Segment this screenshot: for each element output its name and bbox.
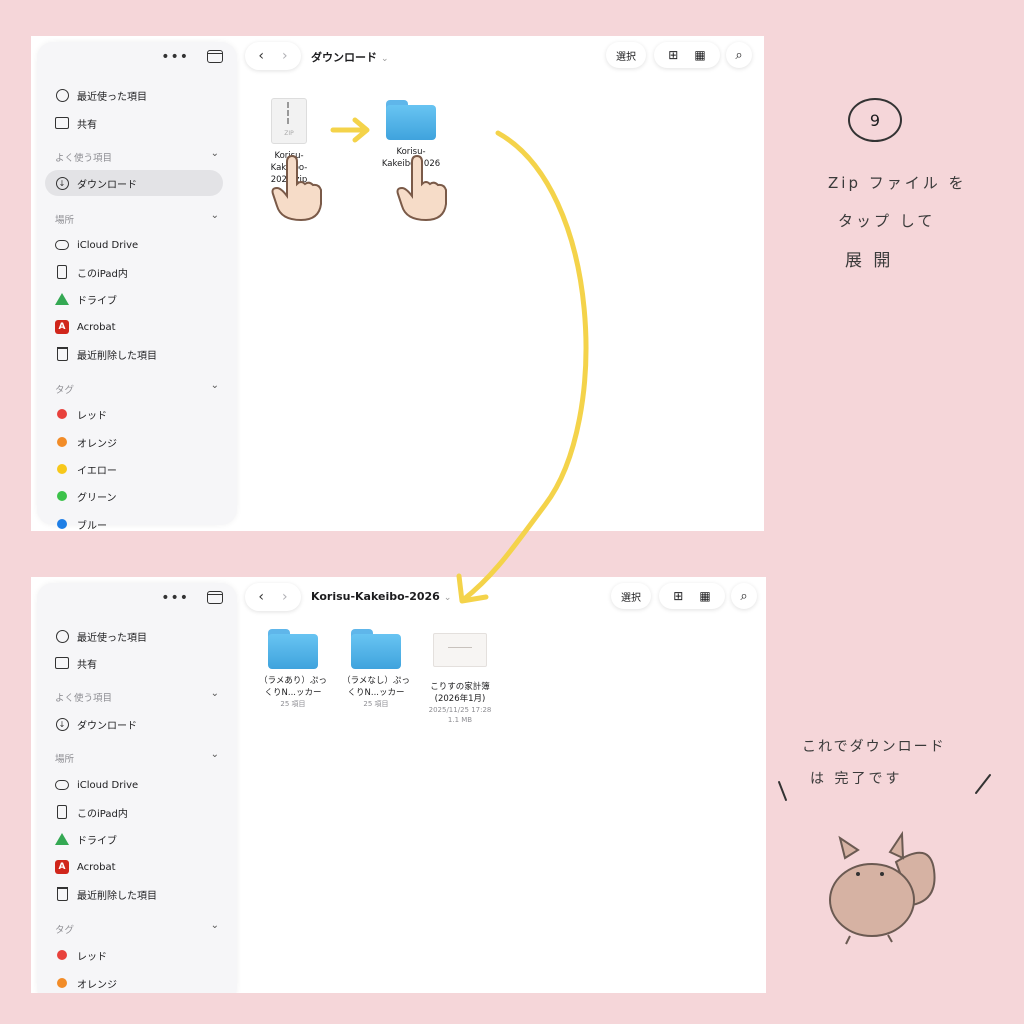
instruction-line-1: Zip ファイル を	[828, 174, 967, 192]
done-line-1: これでダウンロード	[802, 739, 946, 755]
curved-arrow-icon	[456, 130, 991, 945]
done-line-2: は 完了です	[810, 771, 903, 787]
instruction-line-3: 展 開	[845, 251, 894, 271]
squirrel-illustration	[829, 830, 936, 945]
instruction-line-2: タップ して	[838, 212, 936, 230]
step-number-badge: 9	[848, 98, 902, 142]
